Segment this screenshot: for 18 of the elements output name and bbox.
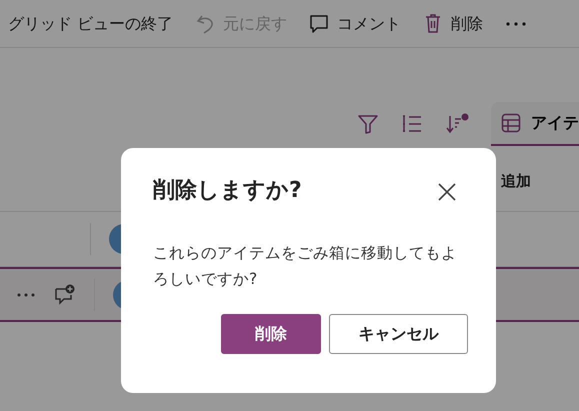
comment-icon [309, 13, 330, 34]
comment-add-icon[interactable] [54, 284, 76, 306]
undo-icon [195, 13, 216, 34]
filter-icon[interactable] [357, 113, 379, 135]
more-icon[interactable] [505, 20, 528, 28]
toolbar-button[interactable]: 削除 [423, 12, 484, 36]
table-icon [501, 113, 521, 133]
sort-icon[interactable] [445, 113, 469, 135]
dialog-title: 削除しますか? [153, 178, 302, 204]
toolbar-button[interactable]: グリッド ビューの終了 [8, 12, 174, 36]
column-header[interactable]: 追加 [501, 170, 531, 193]
list-icon[interactable] [401, 113, 423, 135]
more-icon[interactable] [16, 292, 36, 298]
toolbar-button[interactable]: コメント [309, 12, 402, 36]
delete-button[interactable]: 削除 [221, 314, 321, 354]
view-tab[interactable]: アイテ [491, 102, 579, 146]
cancel-button[interactable]: キャンセル [329, 314, 468, 354]
dialog-message: これらのアイテムをごみ箱に移動してもよろしいですか? [153, 243, 458, 290]
